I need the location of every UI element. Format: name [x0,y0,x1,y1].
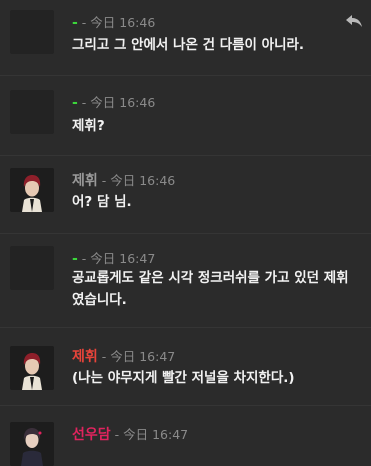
avatar[interactable] [10,422,54,466]
avatar[interactable] [10,346,54,390]
message-item: 제휘 - 今日 16:46 어? 담 님. [0,156,371,234]
avatar[interactable] [10,246,54,290]
message-author[interactable]: 선우담 [72,427,111,443]
message-feed: - - 今日 16:46 그리고 그 안에서 나온 건 다름이 아니라. - -… [0,0,371,466]
message-author[interactable]: 제휘 [72,349,98,365]
message-timestamp: - 今日 16:47 [101,349,176,364]
message-author[interactable]: - [72,15,78,31]
message-timestamp: - 今日 16:47 [114,427,189,442]
message-text: (나는 야무지게 빨간 저널을 차지한다.) [72,370,295,386]
message-text: 어? 담 님. [72,194,132,210]
avatar[interactable] [10,90,54,134]
message-timestamp: - 今日 16:46 [101,173,176,188]
message-item: - - 今日 16:46 그리고 그 안에서 나온 건 다름이 아니라. [0,0,371,76]
message-text: 제휘? [72,118,105,134]
message-timestamp: - 今日 16:46 [81,15,156,30]
character-portrait-icon [10,346,54,390]
character-portrait-icon [10,422,54,466]
message-item: 제휘 - 今日 16:47 (나는 야무지게 빨간 저널을 차지한다.) [0,328,371,406]
avatar[interactable] [10,10,54,54]
character-portrait-icon [10,168,54,212]
message-item: 선우담 - 今日 16:47 [0,406,371,466]
message-timestamp: - 今日 16:46 [81,95,156,110]
message-text: 그리고 그 안에서 나온 건 다름이 아니라. [72,37,305,53]
message-author[interactable]: 제휘 [72,173,98,189]
message-item: - - 今日 16:47 공교롭게도 같은 시각 정크러쉬를 가고 있던 제휘였… [0,234,371,328]
message-author[interactable]: - [72,95,78,111]
message-item: - - 今日 16:46 제휘? [0,76,371,156]
message-author[interactable]: - [72,251,78,267]
avatar[interactable] [10,168,54,212]
reply-arrow-icon[interactable] [345,14,363,28]
message-timestamp: - 今日 16:47 [81,251,156,266]
message-text: 공교롭게도 같은 시각 정크러쉬를 가고 있던 제휘였습니다. [72,270,349,308]
